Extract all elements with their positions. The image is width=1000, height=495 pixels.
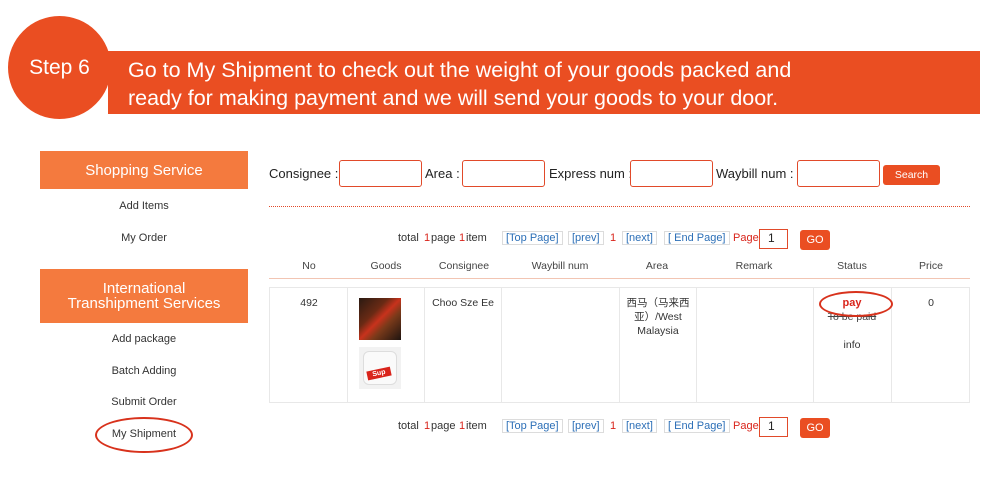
pager-next-link[interactable]: [next] (622, 419, 657, 433)
col-header-status: Status (837, 260, 867, 272)
pager-item-word: item (466, 420, 487, 432)
instruction-line-1: Go to My Shipment to check out the weigh… (128, 58, 792, 82)
instruction-line-2: ready for making payment and we will sen… (128, 86, 779, 110)
table-header-divider (269, 278, 970, 279)
row-no: 492 (300, 297, 318, 309)
pager-bottom: total 1 page 1 item [Top Page] [prev] 1 … (0, 417, 1000, 438)
sidebar-item-add-items[interactable]: Add Items (40, 200, 248, 212)
sidebar-item-add-package[interactable]: Add package (40, 333, 248, 345)
col-divider (696, 287, 697, 403)
col-divider (424, 287, 425, 403)
pager-current-page: 1 (610, 232, 617, 244)
row-area-line-1: 西马（马来西 (626, 297, 690, 309)
pay-highlight-ring (819, 291, 893, 317)
filter-divider (269, 206, 970, 207)
goods-thumbnail-2[interactable]: Sup (359, 347, 401, 389)
pager-page-count: 1 (459, 232, 466, 244)
pager-total-word: total (398, 420, 419, 432)
pager-page-word: page (431, 232, 456, 244)
step-badge: Step 6 (8, 16, 111, 119)
pager-page-word: page (431, 420, 456, 432)
instruction-text: Go to My Shipment to check out the weigh… (128, 56, 791, 112)
col-header-consignee: Consignee (438, 260, 490, 272)
intl-transhipment-header[interactable]: International Transhipment Services (40, 269, 248, 323)
pager-page-count: 1 (459, 420, 466, 432)
area-label: Area : (425, 166, 460, 181)
express-num-input[interactable] (630, 160, 713, 187)
pager-page-label: Page (733, 420, 759, 432)
col-header-price: Price (919, 260, 943, 272)
pager-end-page-link[interactable]: [ End Page] (664, 419, 730, 433)
pager-page-label: Page (733, 232, 759, 244)
pager-total-count: 1 (424, 232, 431, 244)
col-divider (347, 287, 348, 403)
pager-prev-link[interactable]: [prev] (568, 231, 604, 245)
info-link[interactable]: info (814, 338, 890, 352)
pager-page-input[interactable]: 1 (759, 229, 788, 249)
pager-top-page-link[interactable]: [Top Page] (502, 419, 563, 433)
consignee-label: Consignee : (269, 166, 339, 181)
col-header-waybill: Waybill num (531, 260, 589, 272)
col-header-no: No (302, 260, 316, 272)
pager-end-page-link[interactable]: [ End Page] (664, 231, 730, 245)
col-header-remark: Remark (735, 260, 773, 272)
row-area-line-2: 亚）/West (634, 311, 682, 323)
waybill-num-label: Waybill num : (716, 166, 794, 181)
col-divider (501, 287, 502, 403)
pager-prev-link[interactable]: [prev] (568, 419, 604, 433)
sidebar-item-batch-adding[interactable]: Batch Adding (40, 365, 248, 377)
goods-thumbnail-1[interactable] (359, 298, 401, 340)
row-consignee: Choo Sze Ee (432, 297, 494, 309)
col-header-goods: Goods (370, 260, 402, 272)
row-area-line-3: Malaysia (637, 325, 679, 337)
area-input[interactable] (462, 160, 545, 187)
sidebar-item-submit-order[interactable]: Submit Order (40, 396, 248, 408)
consignee-input[interactable] (339, 160, 422, 187)
pager-current-page: 1 (610, 420, 617, 432)
intl-header-line-2: Transhipment Services (67, 295, 221, 312)
express-num-label: Express num : (549, 166, 633, 181)
pager-total-word: total (398, 232, 419, 244)
waybill-num-input[interactable] (797, 160, 880, 187)
step-label: Step 6 (29, 55, 90, 79)
intl-header-line-1: International (102, 280, 186, 297)
pager-go-button[interactable]: GO (800, 418, 830, 438)
shopping-service-header[interactable]: Shopping Service (40, 151, 248, 189)
pager-top-page-link[interactable]: [Top Page] (502, 231, 563, 245)
row-area: 西马（马来西 亚）/West Malaysia (620, 296, 696, 338)
pager-total-count: 1 (424, 420, 431, 432)
shopping-service-title: Shopping Service (85, 161, 203, 179)
pager-go-button[interactable]: GO (800, 230, 830, 250)
pager-next-link[interactable]: [next] (622, 231, 657, 245)
search-button[interactable]: Search (883, 165, 940, 185)
col-header-area: Area (645, 260, 669, 272)
row-price: 0 (928, 297, 934, 309)
pager-page-input[interactable]: 1 (759, 417, 788, 437)
pager-top: total 1 page 1 item [Top Page] [prev] 1 … (0, 229, 1000, 250)
pager-item-word: item (466, 232, 487, 244)
